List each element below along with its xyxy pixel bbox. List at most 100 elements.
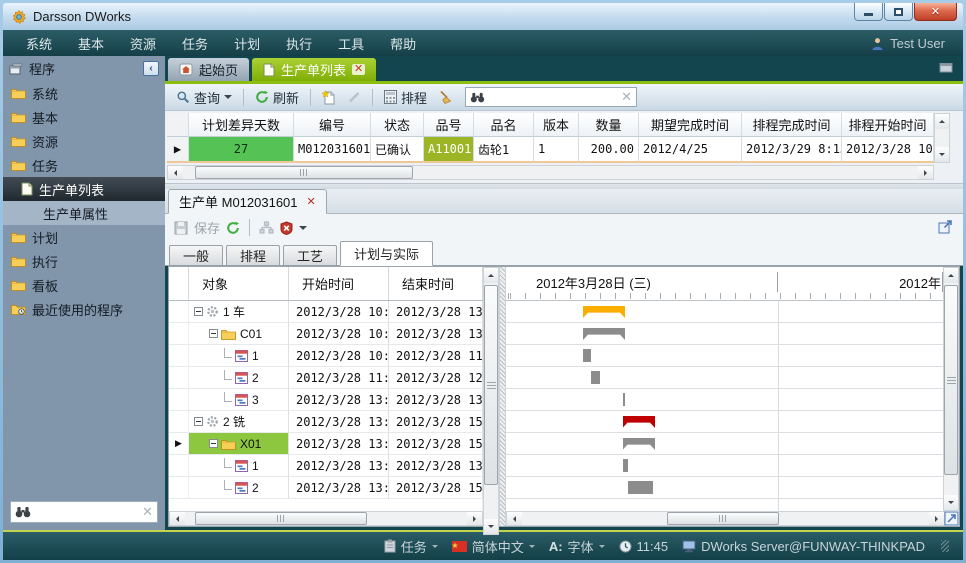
scroll-down-button[interactable] xyxy=(484,519,498,534)
tree-column-header[interactable]: 结束时间 xyxy=(389,267,483,300)
scroll-thumb[interactable] xyxy=(667,512,779,525)
scroll-track[interactable] xyxy=(484,283,498,519)
tab-list-icon[interactable] xyxy=(939,61,953,73)
grid-column-header[interactable]: 版本 xyxy=(534,113,579,137)
scroll-up-button[interactable] xyxy=(484,268,498,283)
close-detail-tab-icon[interactable]: ✕ xyxy=(307,195,316,208)
gantt-horizontal-scrollbar[interactable] xyxy=(506,511,945,526)
sidebar-item-生产单属性[interactable]: 生产单属性 xyxy=(3,201,165,225)
scroll-thumb[interactable] xyxy=(195,512,367,525)
tree-row[interactable]: 22012/3/28 11:222012/3/28 12:00 xyxy=(169,367,483,389)
menu-item[interactable]: 工具 xyxy=(325,34,377,53)
collapse-sidebar-button[interactable]: ‹ xyxy=(143,61,159,76)
scroll-down-button[interactable] xyxy=(944,495,958,510)
clear-list-search-icon[interactable]: ✕ xyxy=(621,89,632,105)
grid-horizontal-scrollbar[interactable] xyxy=(167,165,934,180)
scroll-up-button[interactable] xyxy=(944,268,958,283)
resize-grip[interactable] xyxy=(941,540,949,552)
tree-object-cell[interactable]: 1 车 xyxy=(189,301,289,323)
new-document-icon[interactable] xyxy=(319,88,339,107)
sidebar-item-任务[interactable]: 任务 xyxy=(3,153,165,177)
scroll-left-button[interactable] xyxy=(507,512,522,525)
gantt-bar-task[interactable] xyxy=(623,459,628,472)
grid-column-header[interactable]: 数量 xyxy=(579,113,639,137)
tree-row[interactable]: 12012/3/28 13:302012/3/28 13:50 xyxy=(169,455,483,477)
status-font-menu[interactable]: A: 字体 xyxy=(549,537,605,556)
scroll-track[interactable] xyxy=(522,512,929,525)
status-task-menu[interactable]: 任务 xyxy=(384,537,438,556)
scroll-thumb[interactable] xyxy=(484,285,498,485)
hierarchy-icon[interactable] xyxy=(259,221,274,234)
tree-object-cell[interactable]: X01 xyxy=(189,433,289,455)
sidebar-item-执行[interactable]: 执行 xyxy=(3,249,165,273)
grid-column-header[interactable]: 期望完成时间 xyxy=(639,113,742,137)
tree-object-cell[interactable]: 2 xyxy=(189,477,289,499)
sidebar-search-input[interactable] xyxy=(35,504,138,520)
subtab-工艺[interactable]: 工艺 xyxy=(283,245,337,265)
scroll-right-button[interactable] xyxy=(929,512,944,525)
expander-icon[interactable] xyxy=(194,307,203,316)
tree-row[interactable]: 12012/3/28 10:522012/3/28 11:22 xyxy=(169,345,483,367)
table-row[interactable]: ▶27M012031601已确认A11001齿轮11200.002012/4/2… xyxy=(167,137,934,163)
grid-vertical-scrollbar[interactable] xyxy=(934,113,950,163)
sidebar-item-系统[interactable]: 系统 xyxy=(3,81,165,105)
popout-icon[interactable] xyxy=(938,219,953,234)
sidebar-item-看板[interactable]: 看板 xyxy=(3,273,165,297)
tree-column-header[interactable]: 开始时间 xyxy=(289,267,389,300)
status-language-menu[interactable]: 简体中文 xyxy=(452,537,535,556)
tree-object-cell[interactable]: 1 xyxy=(189,345,289,367)
scroll-thumb[interactable] xyxy=(944,285,958,475)
menu-item[interactable]: 执行 xyxy=(273,34,325,53)
gantt-bar-summary[interactable] xyxy=(583,306,625,318)
gantt-bar-task[interactable] xyxy=(623,393,626,406)
gantt-vertical-scrollbar[interactable] xyxy=(943,267,959,511)
query-dropdown-icon[interactable] xyxy=(224,95,232,103)
scroll-track[interactable] xyxy=(183,166,918,179)
tab-production-order-detail[interactable]: 生产单 M012031601 ✕ xyxy=(168,189,327,214)
scroll-left-button[interactable] xyxy=(168,166,183,179)
grid-column-header[interactable]: 排程完成时间 xyxy=(742,113,842,137)
gantt-bar-task[interactable] xyxy=(591,371,601,384)
tree-object-cell[interactable]: 3 xyxy=(189,389,289,411)
gantt-bar-summary[interactable] xyxy=(583,328,625,340)
tree-row[interactable]: ▶X012012/3/28 13:302012/3/28 15:40 xyxy=(169,433,483,455)
edit-icon[interactable] xyxy=(344,88,364,106)
gantt-bar-task[interactable] xyxy=(628,481,653,494)
tree-column-header[interactable]: 对象 xyxy=(189,267,289,300)
menu-item[interactable]: 系统 xyxy=(13,34,65,53)
clear-search-icon[interactable]: ✕ xyxy=(142,504,153,520)
expander-icon[interactable] xyxy=(194,417,203,426)
menu-item[interactable]: 计划 xyxy=(221,34,273,53)
tree-row[interactable]: 22012/3/28 13:502012/3/28 15:30 xyxy=(169,477,483,499)
scroll-down-button[interactable] xyxy=(935,147,949,162)
tree-row[interactable]: 1 车2012/3/28 10:522012/3/28 13:40 xyxy=(169,301,483,323)
menu-item[interactable]: 基本 xyxy=(65,34,117,53)
tree-vertical-scrollbar[interactable] xyxy=(483,267,499,535)
close-button[interactable]: ✕ xyxy=(914,3,957,21)
subtab-计划与实际[interactable]: 计划与实际 xyxy=(340,241,433,266)
tree-object-cell[interactable]: C01 xyxy=(189,323,289,345)
grid-column-header[interactable]: 品号 xyxy=(424,113,474,137)
sidebar-item-计划[interactable]: 计划 xyxy=(3,225,165,249)
cancel-shield-icon[interactable] xyxy=(280,221,293,235)
gantt-bar-summary[interactable] xyxy=(623,416,656,428)
scroll-track[interactable] xyxy=(185,512,467,525)
broom-icon[interactable] xyxy=(435,88,456,106)
schedule-button[interactable]: 排程 xyxy=(381,86,430,109)
refresh-button[interactable]: 刷新 xyxy=(252,86,302,109)
scroll-track[interactable] xyxy=(935,129,949,147)
close-tab-icon[interactable]: ✕ xyxy=(352,64,365,75)
tree-horizontal-scrollbar[interactable] xyxy=(169,511,483,526)
minimize-button[interactable] xyxy=(854,3,883,21)
tree-row[interactable]: 2 铣2012/3/28 13:302012/3/28 15:40 xyxy=(169,411,483,433)
user-indicator[interactable]: Test User xyxy=(871,36,953,51)
tree-row[interactable]: C012012/3/28 10:522012/3/28 13:40 xyxy=(169,323,483,345)
tab-start-page[interactable]: 起始页 xyxy=(168,58,249,81)
shield-dropdown-icon[interactable] xyxy=(299,226,307,234)
sidebar-item-生产单列表[interactable]: 生产单列表 xyxy=(3,177,165,201)
grid-column-header[interactable]: 排程开始时间 xyxy=(842,113,934,137)
menu-item[interactable]: 资源 xyxy=(117,34,169,53)
scroll-right-button[interactable] xyxy=(918,166,933,179)
split-handle[interactable] xyxy=(499,267,506,526)
tree-object-cell[interactable]: 2 xyxy=(189,367,289,389)
